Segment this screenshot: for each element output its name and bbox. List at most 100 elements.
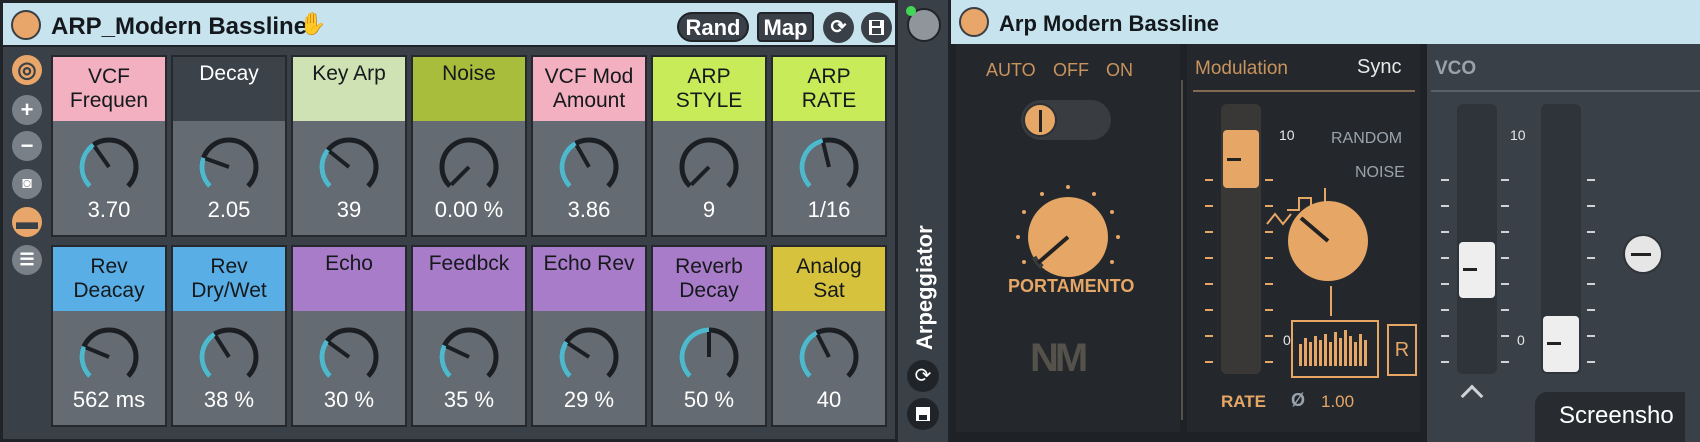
macro-5[interactable]: VCF Mod Amount 3.86 (531, 55, 647, 237)
save-icon[interactable] (861, 12, 892, 43)
macro-label: ARP STYLE (653, 57, 765, 121)
macro-knob[interactable] (317, 325, 381, 389)
macro-label: Analog Sat (773, 247, 885, 311)
add-icon[interactable]: + (12, 95, 42, 125)
rack-title: ARP_Modern Bassline (51, 13, 308, 40)
macro-label: VCF Frequen (53, 57, 165, 121)
macro-knob[interactable] (557, 135, 621, 199)
macro-knob[interactable] (677, 325, 741, 389)
strip-refresh-icon[interactable]: ⟳ (907, 360, 939, 392)
rate-scale-top: 10 (1279, 127, 1295, 143)
macro-13[interactable]: Reverb Decay 50 % (651, 245, 767, 427)
macro-7[interactable]: ARP RATE 1/16 (771, 55, 887, 237)
sync-toggle[interactable]: Sync (1357, 56, 1401, 79)
vco-label: VCO (1435, 58, 1477, 79)
macro-3[interactable]: Key Arp 39 (291, 55, 407, 237)
instrument-rack: ARP_Modern Bassline ✋ Rand Map ⟳ ◎ + − ◙… (0, 0, 898, 442)
macro-11[interactable]: Feedbck 35 % (411, 245, 527, 427)
active-indicator (906, 6, 916, 16)
macro-value: 0.00 % (434, 197, 504, 222)
macro-value: 9 (702, 197, 716, 222)
macro-knob[interactable] (197, 325, 261, 389)
vco-scale-bottom: 0 (1517, 332, 1525, 348)
portamento-label: PORTAMENTO (1008, 276, 1135, 296)
camera-icon[interactable]: ◙ (12, 169, 42, 199)
chevron-up-icon[interactable] (1460, 384, 1484, 408)
divider (1181, 80, 1183, 420)
macro-8[interactable]: Rev Deacay 562 ms (51, 245, 167, 427)
macro-6[interactable]: ARP STYLE 9 (651, 55, 767, 237)
macro-knob[interactable] (77, 325, 141, 389)
chain-icon[interactable]: ◎ (12, 55, 42, 85)
macro-label: Reverb Decay (653, 247, 765, 311)
vco-divider (1431, 90, 1700, 92)
macro-value: 30 % (323, 387, 375, 412)
vco-scale-top: 10 (1510, 127, 1526, 143)
macro-knob[interactable] (437, 325, 501, 389)
macro-9[interactable]: Rev Dry/Wet 38 % (171, 245, 287, 427)
mode-off[interactable]: OFF (1053, 60, 1089, 81)
macro-knob[interactable] (797, 325, 861, 389)
macro-value: 29 % (563, 387, 615, 412)
arp-device: Arp Modern Bassline AUTO OFF ON PORTAMEN… (951, 0, 1700, 442)
noise-display (1291, 320, 1379, 378)
device-header: Arp Modern Bassline (951, 0, 1700, 44)
macro-1[interactable]: VCF Frequen 3.70 (51, 55, 167, 237)
macro-knob[interactable] (797, 135, 861, 199)
mode-auto[interactable]: AUTO (986, 60, 1036, 81)
macro-knob[interactable] (437, 135, 501, 199)
mode-on[interactable]: ON (1106, 60, 1133, 81)
macro-2[interactable]: Decay 2.05 (171, 55, 287, 237)
macro-knob[interactable] (557, 325, 621, 389)
macro-label: Rev Deacay (53, 247, 165, 311)
macro-label: Feedbck (413, 247, 525, 311)
rand-button[interactable]: Rand (677, 12, 749, 42)
waveform-knob[interactable] (1283, 196, 1373, 286)
vco-knob[interactable] (1623, 234, 1663, 274)
device-title: Arp Modern Bassline (999, 11, 1220, 36)
retrigger-button[interactable]: R (1387, 324, 1417, 376)
strip-label: Arpeggiator (912, 225, 937, 350)
macro-value: 3.70 (87, 197, 131, 222)
strip-save-icon[interactable] (907, 398, 939, 430)
macro-label: ARP RATE (773, 57, 885, 121)
arpeggiator-strip: Arpeggiator ⟳ (898, 0, 951, 442)
macro-knob[interactable] (197, 135, 261, 199)
macro-4[interactable]: Noise 0.00 % (411, 55, 527, 237)
macro-value: 50 % (683, 387, 735, 412)
macro-label: Key Arp (293, 57, 405, 121)
hand-icon[interactable]: ✋ (299, 11, 326, 37)
macro-label: Noise (413, 57, 525, 121)
macro-value: 39 (336, 197, 362, 222)
macro-12[interactable]: Echo Rev 29 % (531, 245, 647, 427)
macro-value: 1/16 (807, 197, 851, 222)
wave-connector (1330, 286, 1332, 316)
modulation-divider (1193, 90, 1415, 92)
phase-value[interactable]: 1.00 (1321, 392, 1354, 412)
macro-value: 562 ms (72, 387, 146, 412)
remove-icon[interactable]: − (12, 131, 42, 161)
mode-switch[interactable] (1021, 100, 1111, 140)
rack-header: ARP_Modern Bassline ✋ Rand Map ⟳ (3, 3, 895, 47)
refresh-icon[interactable]: ⟳ (823, 12, 854, 43)
macro-value: 2.05 (207, 197, 251, 222)
screenshot-tooltip: Screensho (1535, 392, 1685, 442)
map-button[interactable]: Map (757, 12, 814, 42)
macro-knob[interactable] (77, 135, 141, 199)
macro-label: VCF Mod Amount (533, 57, 645, 121)
macro-knob[interactable] (317, 135, 381, 199)
macro-view-icon[interactable]: ▬ (12, 207, 42, 237)
macro-10[interactable]: Echo 30 % (291, 245, 407, 427)
modulation-label: Modulation (1195, 58, 1288, 79)
macro-knob[interactable] (677, 135, 741, 199)
macro-value: 35 % (443, 387, 495, 412)
macro-label: Echo (293, 247, 405, 311)
vco-panel: VCO 10 0 (1427, 44, 1700, 442)
rack-power-button[interactable] (11, 10, 41, 40)
macro-label: Echo Rev (533, 247, 645, 311)
macro-value: 38 % (203, 387, 255, 412)
list-icon[interactable]: ☰ (12, 245, 42, 275)
device-power-button[interactable] (959, 7, 989, 37)
macro-label: Rev Dry/Wet (173, 247, 285, 311)
macro-14[interactable]: Analog Sat 40 (771, 245, 887, 427)
